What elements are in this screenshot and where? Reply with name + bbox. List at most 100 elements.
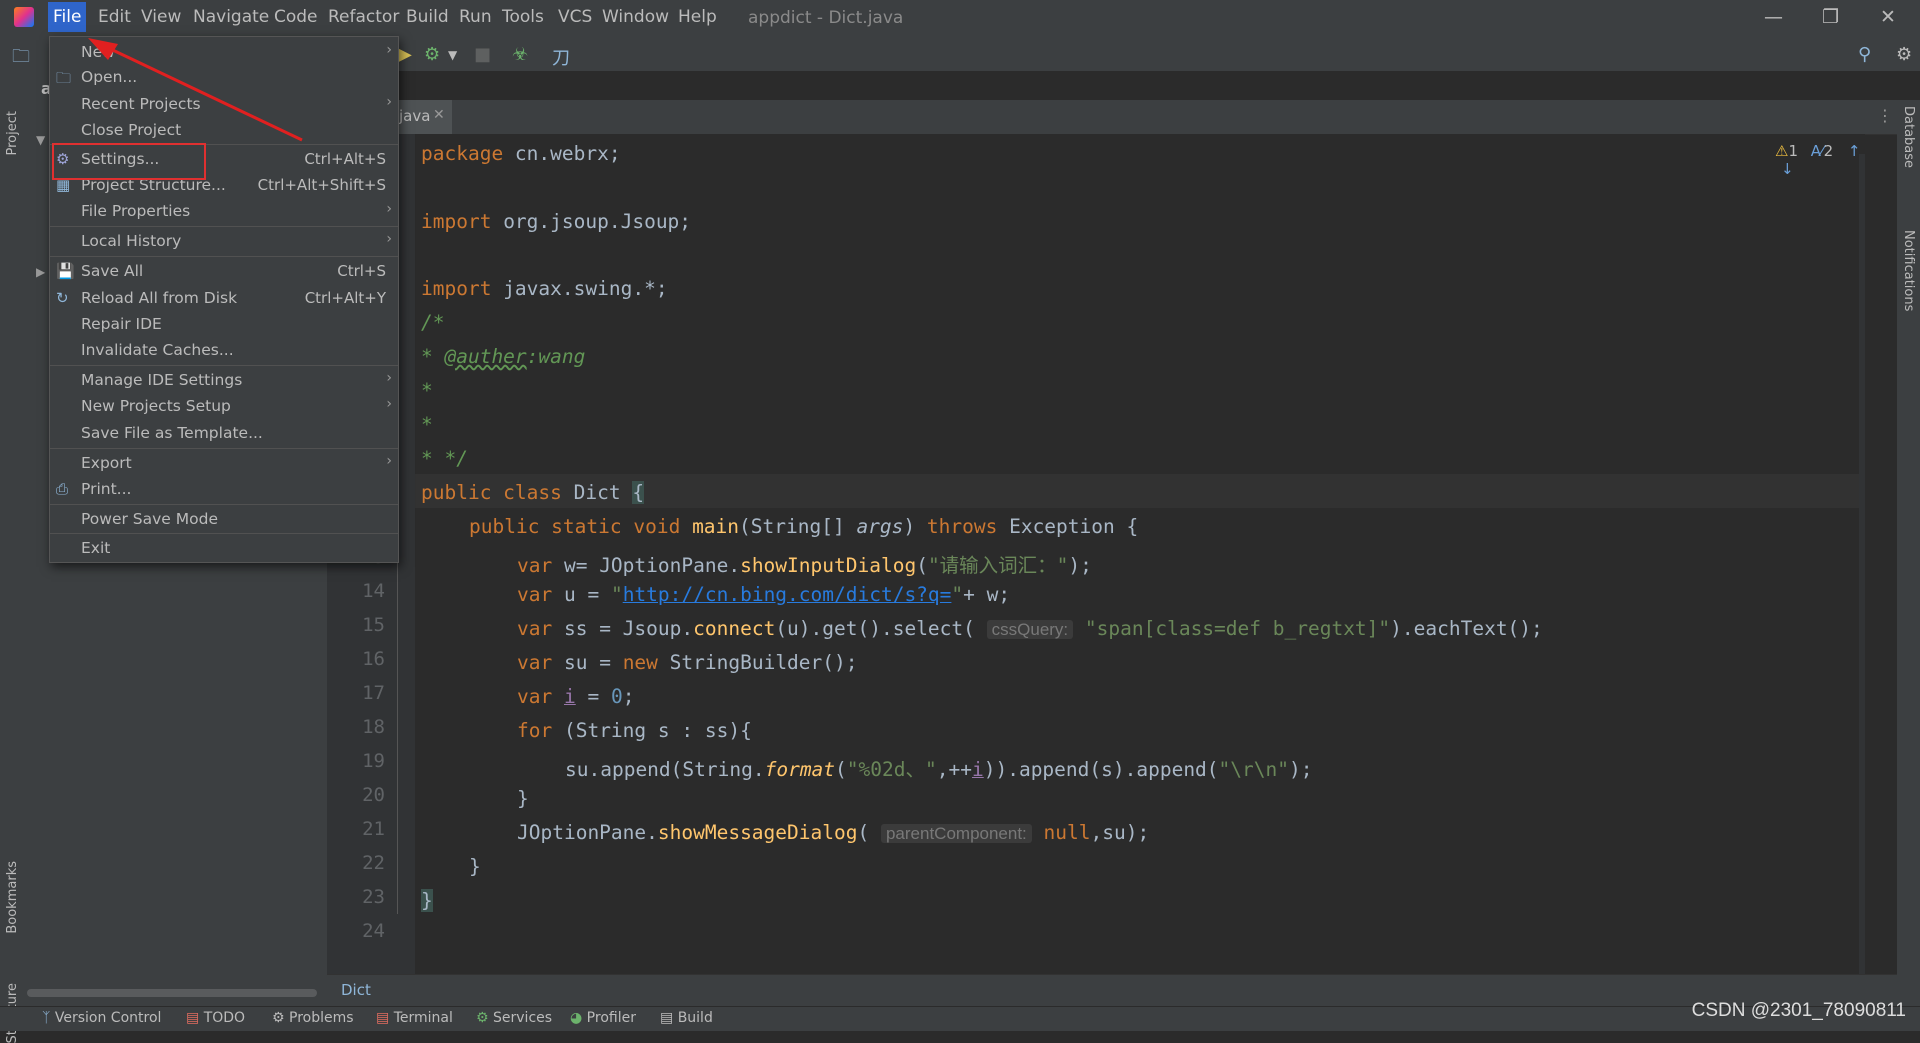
menu-item-print[interactable]: ⎙ Print...	[50, 477, 398, 503]
close-tab-icon[interactable]: ✕	[433, 107, 445, 123]
restore-icon[interactable]: ❐	[1822, 6, 1839, 28]
menu-item-label: File Properties	[81, 202, 191, 220]
printer-icon: ⎙	[56, 480, 69, 498]
typo-count: 2	[1823, 142, 1834, 160]
code-token: u =	[552, 583, 611, 606]
menu-item-label: Close Project	[81, 121, 182, 139]
menu-item-repair-ide[interactable]: Repair IDE	[50, 312, 398, 338]
search-icon[interactable]: ⚲	[1858, 44, 1871, 65]
terminal-tab[interactable]: ▤ Terminal	[376, 1010, 453, 1026]
menu-navigate[interactable]: Navigate	[193, 7, 269, 27]
todo-icon: ▤	[186, 1010, 200, 1026]
code-token: main	[680, 515, 740, 538]
menu-item-label: Recent Projects	[81, 95, 201, 113]
menu-item-save-all[interactable]: 💾 Save All Ctrl+S	[50, 259, 398, 285]
menu-window[interactable]: Window	[602, 7, 669, 27]
horizontal-scrollbar[interactable]	[27, 989, 317, 997]
typo-icon: A⁄	[1810, 142, 1824, 160]
problems-tab[interactable]: ⚙ Problems	[272, 1010, 354, 1026]
chevron-right-icon[interactable]: ▶	[36, 265, 45, 279]
code-line: }	[469, 855, 481, 878]
menu-item-export[interactable]: Export ›	[50, 451, 398, 477]
menu-item-exit[interactable]: Exit	[50, 536, 398, 562]
notifications-tool-button[interactable]: Notifications	[1901, 230, 1916, 311]
menu-build[interactable]: Build	[406, 7, 449, 27]
code-line: var ss = Jsoup.connect(u).get().select( …	[517, 617, 1543, 640]
menu-run[interactable]: Run	[459, 7, 492, 27]
code-editor[interactable]: ⚠1 A⁄2 ↑ ↓ package cn.webrx; import org.…	[415, 134, 1865, 974]
code-token: (String s : ss){	[552, 719, 752, 742]
services-tab[interactable]: ⚙ Services	[476, 1010, 552, 1026]
run-icon[interactable]: ▶	[398, 44, 412, 65]
code-token: }	[517, 787, 529, 810]
menu-item-close-project[interactable]: Close Project	[50, 118, 398, 144]
chevron-down-icon[interactable]: ▼	[36, 133, 45, 147]
folder-icon[interactable]: 🗀	[12, 44, 30, 74]
code-token: *	[421, 413, 433, 436]
settings-gear-icon[interactable]: ⚙	[1896, 44, 1912, 65]
window-title: appdict - Dict.java	[748, 8, 904, 28]
code-token: {	[1126, 515, 1139, 538]
code-token: "\r\n"	[1218, 758, 1289, 781]
vertical-scrollbar[interactable]	[1859, 154, 1865, 974]
coverage-icon[interactable]: ⚙	[424, 44, 440, 65]
code-token: for	[517, 719, 553, 742]
url-link[interactable]: http://cn.bing.com/dict/s?q=	[623, 583, 952, 606]
code-token: w= JOptionPane.	[552, 554, 741, 577]
menu-item-file-properties[interactable]: File Properties ›	[50, 199, 398, 225]
menu-item-reload-all[interactable]: ↻ Reload All from Disk Ctrl+Alt+Y	[50, 286, 398, 312]
menu-item-new-projects-setup[interactable]: New Projects Setup ›	[50, 394, 398, 420]
code-token: org.jsoup.Jsoup;	[491, 210, 692, 233]
line-number: 17	[362, 682, 385, 704]
menu-edit[interactable]: Edit	[98, 7, 131, 27]
code-token: args	[856, 515, 904, 538]
menu-item-invalidate-caches[interactable]: Invalidate Caches...	[50, 338, 398, 364]
next-highlight-icon[interactable]: ↓	[1781, 160, 1794, 178]
version-control-tab[interactable]: ᛉ Version Control	[42, 1010, 161, 1026]
menu-item-manage-ide-settings[interactable]: Manage IDE Settings ›	[50, 368, 398, 394]
right-tool-strip: Database Notifications	[1897, 100, 1920, 1006]
profiler-tab[interactable]: ◕ Profiler	[570, 1010, 636, 1026]
line-number: 18	[362, 716, 385, 738]
code-line: }	[517, 787, 529, 810]
translate-icon[interactable]: 刀	[552, 44, 570, 70]
stop-icon[interactable]: ■	[474, 44, 491, 65]
breadcrumb-class[interactable]: Dict	[341, 981, 371, 999]
menu-item-open[interactable]: 🗀 Open...	[50, 65, 398, 91]
line-number: 14	[362, 580, 385, 602]
bookmarks-tool-button[interactable]: Bookmarks	[5, 861, 20, 934]
code-token: connect	[693, 617, 776, 640]
menu-refactor[interactable]: Refactor	[328, 7, 399, 27]
menu-help[interactable]: Help	[678, 7, 717, 27]
chevron-down-icon[interactable]: ▼	[448, 48, 457, 62]
close-icon[interactable]: ✕	[1880, 6, 1896, 28]
code-line: *	[421, 379, 433, 402]
minimize-icon[interactable]: —	[1764, 6, 1783, 28]
status-label: Profiler	[586, 1010, 636, 1026]
menu-item-new[interactable]: New ›	[50, 40, 398, 66]
menu-item-power-save-mode[interactable]: Power Save Mode	[50, 507, 398, 533]
todo-tab[interactable]: ▤ TODO	[186, 1010, 245, 1026]
terminal-icon: ▤	[376, 1010, 390, 1026]
menu-view[interactable]: View	[141, 7, 181, 27]
code-token: @auther	[444, 345, 527, 368]
code-token: public static void	[469, 515, 681, 538]
project-tool-button[interactable]: Project	[5, 111, 20, 155]
database-tool-button[interactable]: Database	[1901, 106, 1916, 168]
inspection-widget[interactable]: ⚠1 A⁄2 ↑ ↓	[1775, 142, 1865, 178]
menu-tools[interactable]: Tools	[502, 7, 544, 27]
chevron-right-icon: ›	[386, 42, 392, 58]
more-options-icon[interactable]: ⋮	[1877, 106, 1893, 125]
menu-vcs[interactable]: VCS	[558, 7, 592, 27]
code-token: public class	[421, 481, 562, 504]
menu-item-save-file-as-template[interactable]: Save File as Template...	[50, 421, 398, 447]
menu-file[interactable]: File	[48, 2, 87, 32]
build-tab[interactable]: ▤ Build	[660, 1010, 713, 1026]
menu-separator	[50, 365, 398, 366]
menu-code[interactable]: Code	[274, 7, 318, 27]
menu-item-recent-projects[interactable]: Recent Projects ›	[50, 92, 398, 118]
code-token: ).eachText();	[1390, 617, 1543, 640]
menu-item-local-history[interactable]: Local History ›	[50, 229, 398, 255]
debug-icon[interactable]: ☣	[512, 44, 528, 65]
line-number: 20	[362, 784, 385, 806]
